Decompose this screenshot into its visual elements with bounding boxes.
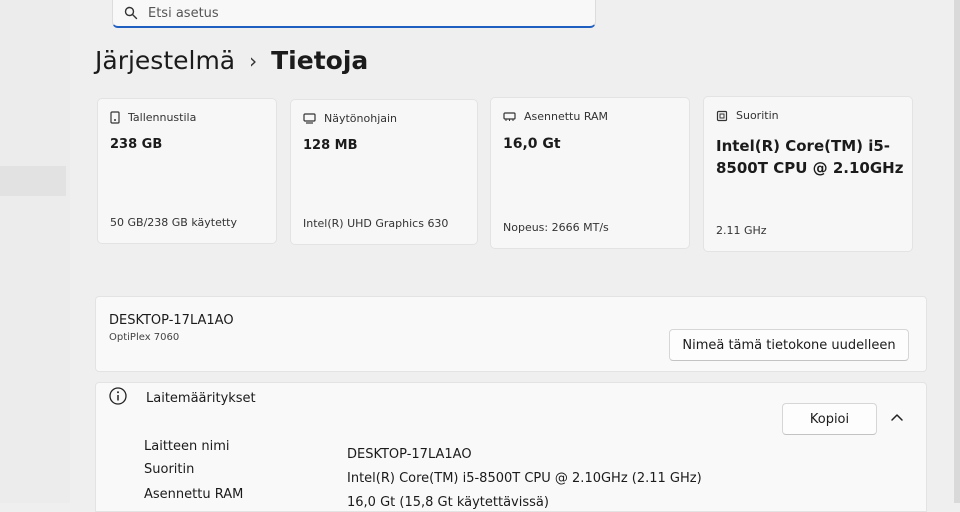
display-adapter-label: Näytönohjain — [324, 112, 398, 125]
storage-value: 238 GB — [110, 137, 163, 152]
processor-value: Intel(R) Core(TM) i5-8500T CPU @ 2.10GHz — [716, 137, 904, 177]
storage-card[interactable]: Tallennustila 238 GB 50 GB/238 GB käytet… — [97, 98, 277, 244]
spec-value-device-name: DESKTOP-17LA1AO — [347, 447, 472, 462]
processor-card[interactable]: Suoritin Intel(R) Core(TM) i5-8500T CPU … — [703, 96, 913, 252]
storage-label: Tallennustila — [128, 111, 197, 124]
nav-selected-item[interactable] — [0, 166, 66, 196]
display-adapter-value: 128 MB — [303, 138, 358, 153]
ram-speed: Nopeus: 2666 MT/s — [503, 221, 609, 234]
processor-speed: 2.11 GHz — [716, 224, 767, 237]
ram-value: 16,0 Gt — [503, 136, 561, 152]
ram-label-row: Asennettu RAM — [503, 110, 608, 123]
ram-icon — [503, 111, 516, 121]
display-adapter-label-row: Näytönohjain — [303, 112, 397, 125]
ram-card[interactable]: Asennettu RAM 16,0 Gt Nopeus: 2666 MT/s — [490, 97, 690, 249]
page-title: Järjestelmä › Tietoja — [95, 46, 368, 75]
display-adapter-card[interactable]: Näytönohjain 128 MB Intel(R) UHD Graphic… — [290, 99, 478, 245]
storage-icon — [110, 111, 120, 124]
display-adapter-icon — [303, 113, 316, 124]
scrollbar-track[interactable] — [954, 0, 960, 503]
storage-usage: 50 GB/238 GB käytetty — [110, 216, 237, 229]
device-specifications-title: Laitemääritykset — [146, 391, 256, 406]
spec-label-device-name: Laitteen nimi — [144, 439, 230, 454]
device-name-panel: DESKTOP-17LA1AO OptiPlex 7060 Nimeä tämä… — [95, 296, 927, 372]
copy-button[interactable]: Kopioi — [782, 403, 877, 435]
processor-label: Suoritin — [736, 109, 779, 122]
display-adapter-name: Intel(R) UHD Graphics 630 — [303, 217, 449, 230]
spec-label-ram: Asennettu RAM — [144, 487, 244, 502]
storage-card-label-row: Tallennustila — [110, 111, 196, 124]
search-box[interactable] — [112, 0, 596, 28]
spec-value-processor: Intel(R) Core(TM) i5-8500T CPU @ 2.10GHz… — [347, 471, 702, 486]
processor-label-row: Suoritin — [716, 109, 779, 122]
processor-icon — [716, 110, 728, 121]
rename-pc-button[interactable]: Nimeä tämä tietokone uudelleen — [669, 329, 909, 361]
breadcrumb-current: Tietoja — [271, 46, 369, 75]
breadcrumb-separator: › — [249, 48, 258, 73]
info-icon — [109, 387, 127, 405]
spec-label-processor: Suoritin — [144, 462, 195, 477]
ram-label: Asennettu RAM — [524, 110, 609, 123]
search-icon — [124, 6, 138, 20]
device-name: DESKTOP-17LA1AO — [109, 313, 234, 328]
device-model: OptiPlex 7060 — [109, 332, 180, 343]
chevron-up-icon[interactable] — [886, 407, 908, 429]
device-specifications-header[interactable]: Laitemääritykset Kopioi — [96, 383, 926, 435]
breadcrumb-parent[interactable]: Järjestelmä — [95, 46, 235, 75]
navigation-pane — [0, 0, 70, 503]
search-input[interactable] — [148, 5, 548, 21]
device-specifications-panel: Laitemääritykset Kopioi Laitteen nimi DE… — [95, 382, 927, 512]
